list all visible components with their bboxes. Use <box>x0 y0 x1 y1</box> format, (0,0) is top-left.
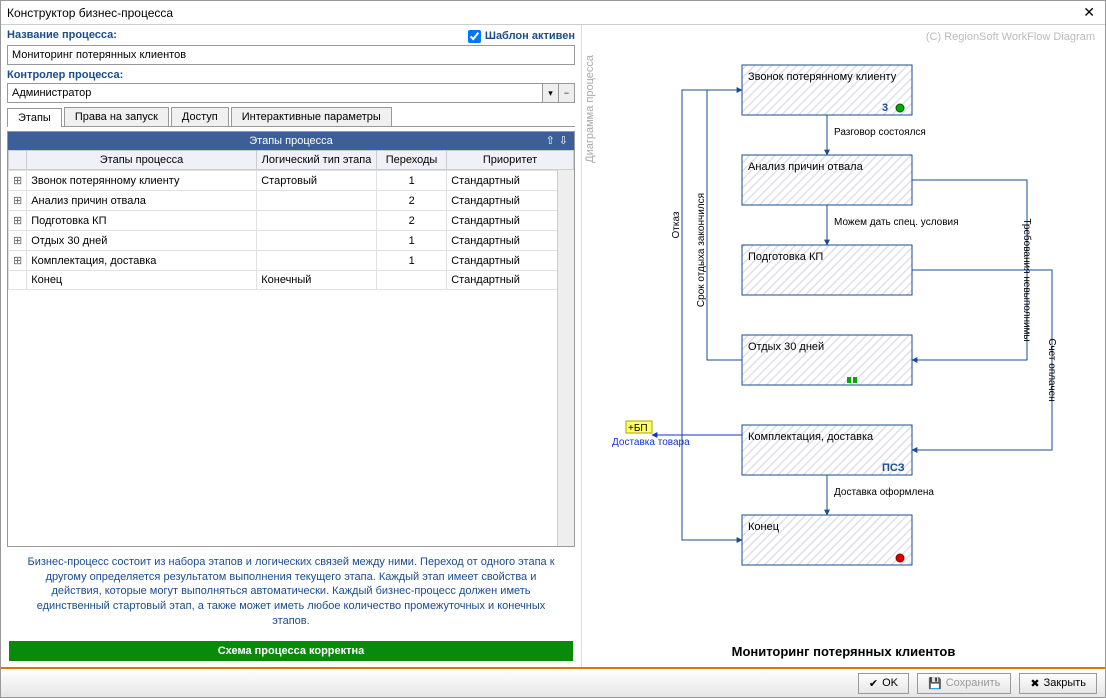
svg-text:Анализ причин отвала: Анализ причин отвала <box>748 161 864 173</box>
process-name-label: Название процесса: <box>7 29 117 41</box>
col-expand <box>9 151 27 170</box>
table-row[interactable]: ⊞Звонок потерянному клиентуСтартовый1Ста… <box>9 171 574 191</box>
tab-access[interactable]: Доступ <box>171 107 229 126</box>
workflow-svg: Звонок потерянному клиенту 3 Анализ прич… <box>582 25 1102 665</box>
col-priority[interactable]: Приоритет <box>447 151 574 170</box>
hint-text: Бизнес-процесс состоит из набора этапов … <box>7 547 575 637</box>
process-name-input[interactable] <box>7 45 575 65</box>
table-row[interactable]: ⊞Подготовка КП2Стандартный <box>9 211 574 231</box>
svg-text:ПСЗ: ПСЗ <box>882 462 905 474</box>
svg-text:Отдых 30 дней: Отдых 30 дней <box>748 341 824 353</box>
close-icon[interactable]: ✕ <box>1079 4 1099 21</box>
expand-icon[interactable]: ⊞ <box>9 171 27 191</box>
svg-text:+БП: +БП <box>628 423 648 434</box>
window-title: Конструктор бизнес-процесса <box>7 6 1079 20</box>
stages-table-title: Этапы процесса <box>249 135 332 147</box>
expand-icon[interactable]: ⊞ <box>9 231 27 251</box>
tabs: Этапы Права на запуск Доступ Интерактивн… <box>7 107 575 127</box>
table-row[interactable]: ⊞Комплектация, доставка1Стандартный <box>9 251 574 271</box>
schema-status: Схема процесса корректна <box>9 641 573 661</box>
svg-text:Конец: Конец <box>748 521 780 533</box>
stages-table-title-bar: Этапы процесса ⇧ ⇩ <box>8 132 574 150</box>
svg-text:Разговор состоялся: Разговор состоялся <box>834 127 926 138</box>
controller-combo[interactable]: ▾ − <box>7 83 575 103</box>
template-active-input[interactable] <box>468 30 481 43</box>
col-trans[interactable]: Переходы <box>377 151 447 170</box>
controller-clear-button[interactable]: − <box>559 83 575 103</box>
svg-text:Доставка товара: Доставка товара <box>612 437 690 448</box>
expand-icon[interactable]: ⊞ <box>9 191 27 211</box>
svg-text:3: 3 <box>882 102 888 114</box>
svg-text:Звонок потерянному клиенту: Звонок потерянному клиенту <box>748 71 897 83</box>
svg-text:Доставка оформлена: Доставка оформлена <box>834 486 934 498</box>
svg-text:Срок отдыха закончился: Срок отдыха закончился <box>696 193 707 307</box>
controller-label: Контролер процесса: <box>7 69 575 81</box>
table-row[interactable]: КонецКонечныйСтандартный <box>9 271 574 290</box>
template-active-label: Шаблон активен <box>485 30 575 42</box>
tab-params[interactable]: Интерактивные параметры <box>231 107 392 126</box>
svg-text:Можем дать спец. условия: Можем дать спец. условия <box>834 217 959 228</box>
svg-text:Комплектация, доставка: Комплектация, доставка <box>748 431 874 443</box>
svg-text:Счет оплачен: Счет оплачен <box>1046 338 1057 401</box>
close-button[interactable]: ✖Закрыть <box>1019 673 1097 694</box>
expand-icon[interactable] <box>9 271 27 290</box>
col-type[interactable]: Логический тип этапа <box>257 151 377 170</box>
ok-button[interactable]: ✔OK <box>858 673 909 694</box>
svg-text:Отказ: Отказ <box>671 211 682 238</box>
tab-stages[interactable]: Этапы <box>7 108 62 127</box>
expand-icon[interactable]: ⊞ <box>9 251 27 271</box>
tab-rights[interactable]: Права на запуск <box>64 107 169 126</box>
svg-text:Подготовка КП: Подготовка КП <box>748 251 823 263</box>
controller-input[interactable] <box>7 83 543 103</box>
table-row[interactable]: ⊞Анализ причин отвала2Стандартный <box>9 191 574 211</box>
move-down-icon[interactable]: ⇩ <box>559 134 568 147</box>
footer: ✔OK 💾Сохранить ✖Закрыть <box>1 667 1105 697</box>
move-up-icon[interactable]: ⇧ <box>546 134 555 147</box>
stages-table: Этапы процесса ⇧ ⇩ Этапы процесса Логиче… <box>7 131 575 547</box>
col-name[interactable]: Этапы процесса <box>27 151 257 170</box>
save-button: 💾Сохранить <box>917 673 1011 694</box>
expand-icon[interactable]: ⊞ <box>9 211 27 231</box>
table-row[interactable]: ⊞Отдых 30 дней1Стандартный <box>9 231 574 251</box>
diagram-area: Диаграмма процесса (C) RegionSoft WorkFl… <box>581 25 1105 667</box>
template-active-checkbox[interactable]: Шаблон активен <box>468 30 575 43</box>
svg-text:Требования невыполнимы: Требования невыполнимы <box>1021 218 1033 341</box>
title-bar: Конструктор бизнес-процесса ✕ <box>1 1 1105 25</box>
controller-dropdown-button[interactable]: ▾ <box>543 83 559 103</box>
